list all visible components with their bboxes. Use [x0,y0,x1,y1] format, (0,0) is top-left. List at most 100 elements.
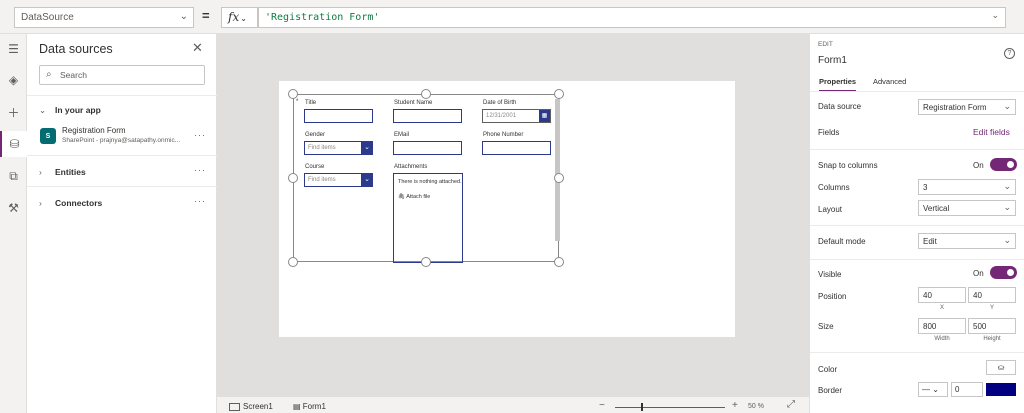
fx-label: fx [228,10,240,24]
resize-handle[interactable] [421,89,431,99]
zoom-slider-thumb[interactable] [641,403,644,411]
position-label: Position [818,292,847,301]
divider [27,186,217,187]
resize-handle[interactable] [288,89,298,99]
plus-icon[interactable]: ＋ [0,99,27,125]
tab-properties[interactable]: Properties [819,77,857,92]
help-icon[interactable]: ? [1004,48,1015,59]
layout-label: Layout [818,205,843,214]
tab-advanced[interactable]: Advanced [873,77,906,90]
resize-handle[interactable] [554,173,564,183]
screen-icon [229,402,240,411]
chevron-right-icon: › [39,167,42,177]
attach-file-link[interactable]: 🖇 Attach file [398,194,430,200]
data-source-dropdown[interactable]: Registration Form ⌄ [918,99,1016,115]
resize-handle[interactable] [554,89,564,99]
columns-label: Columns [818,183,850,192]
close-icon[interactable]: ✕ [192,40,203,56]
resize-handle[interactable] [288,173,298,183]
position-y-input[interactable]: 40 [968,287,1016,303]
tools-icon[interactable]: ⚒ [0,195,27,221]
divider [810,259,1024,260]
resize-handle[interactable] [421,257,431,267]
hamburger-icon[interactable]: ☰ [0,36,27,62]
zoom-slider[interactable] [615,407,725,408]
media-icon[interactable]: ⧉ [0,163,27,189]
fullscreen-icon[interactable]: ⤢ [787,399,795,410]
zoom-in-button[interactable]: + [732,400,738,411]
screen1-breadcrumb[interactable]: Screen1 [229,402,273,411]
attach-file-label: Attach file [406,194,431,200]
email-input[interactable] [393,141,462,155]
calendar-icon[interactable]: ▦ [539,110,550,122]
search-input[interactable]: ⌕ Search [39,65,205,85]
chevron-right-icon: › [39,198,42,208]
border-width-input[interactable]: 0 [951,382,983,397]
group-in-your-app[interactable]: ⌄ In your app [39,105,101,116]
border-color-swatch[interactable] [986,383,1016,396]
visible-state: On [973,269,984,278]
chevron-down-icon: ⌄ [1003,181,1011,191]
size-height-input[interactable]: 500 [968,318,1016,334]
snap-label: Snap to columns [818,161,878,170]
title-input[interactable] [304,109,373,123]
expand-formula-icon[interactable]: ⌄ [991,11,999,21]
fx-button[interactable]: fx⌄ [221,7,258,28]
course-placeholder: Find items [308,177,336,183]
layers-icon[interactable]: ◈ [0,67,27,93]
divider [810,149,1024,150]
form1-breadcrumb[interactable]: ▤ Form1 [293,402,326,411]
more-options-icon[interactable]: ··· [194,165,206,175]
paint-bucket-icon[interactable]: ⛀ [986,360,1016,375]
sharepoint-icon: S [40,128,56,144]
group-entities[interactable]: › Entities [39,167,86,177]
divider [27,95,217,96]
data-source-name[interactable]: Registration Form [62,126,126,135]
default-mode-value: Edit [923,237,937,246]
database-icon[interactable]: ⛁ [0,131,27,157]
attachments-empty-text: There is nothing attached. [398,179,462,185]
resize-handle[interactable] [288,257,298,267]
gender-label: Gender [305,132,326,138]
student-name-input[interactable] [393,109,462,123]
chevron-down-icon[interactable]: ⌄ [361,141,373,155]
data-source-value: Registration Form [923,103,987,112]
paperclip-icon: 🖇 [398,194,405,200]
attachments-control[interactable]: There is nothing attached. 🖇 Attach file [393,173,463,263]
formula-input[interactable]: 'Registration Form' ⌄ [258,7,1006,28]
snap-state: On [973,161,984,170]
form-tab-label: Form1 [302,402,326,411]
form1[interactable]: * Title Student Name Date of Birth 12/31… [293,94,560,263]
columns-value: 3 [923,183,928,192]
layout-dropdown[interactable]: Vertical ⌄ [918,200,1016,216]
edit-fields-link[interactable]: Edit fields [973,127,1010,137]
size-width-input[interactable]: 800 [918,318,966,334]
property-dropdown[interactable]: DataSource ⌄ [14,7,194,28]
chevron-down-icon[interactable]: ⌄ [361,173,373,187]
snap-toggle[interactable] [990,158,1017,171]
search-placeholder: Search [60,70,87,80]
group-label: Entities [55,167,86,177]
form-icon: ▤ [293,402,301,411]
resize-handle[interactable] [554,257,564,267]
phone-input[interactable] [482,141,551,155]
border-style-dropdown[interactable]: — ⌄ [918,382,948,397]
gender-combobox[interactable]: Find items ⌄ [304,141,373,155]
more-options-icon[interactable]: ··· [194,196,206,206]
visible-toggle[interactable] [990,266,1017,279]
chevron-down-icon: ⌄ [1003,202,1011,212]
columns-dropdown[interactable]: 3 ⌄ [918,179,1016,195]
screen1[interactable]: * Title Student Name Date of Birth 12/31… [279,81,735,337]
required-mark: * [296,99,299,105]
group-connectors[interactable]: › Connectors [39,198,102,208]
course-combobox[interactable]: Find items ⌄ [304,173,373,187]
form-scrollbar[interactable] [555,99,560,241]
more-options-icon[interactable]: ··· [194,130,206,140]
default-mode-dropdown[interactable]: Edit ⌄ [918,233,1016,249]
dob-picker[interactable]: 12/31/2001 ▦ [482,109,551,123]
position-x-input[interactable]: 40 [918,287,966,303]
phone-label: Phone Number [483,132,524,138]
zoom-out-button[interactable]: − [599,400,605,411]
student-name-label: Student Name [394,100,433,106]
visible-label: Visible [818,270,842,279]
